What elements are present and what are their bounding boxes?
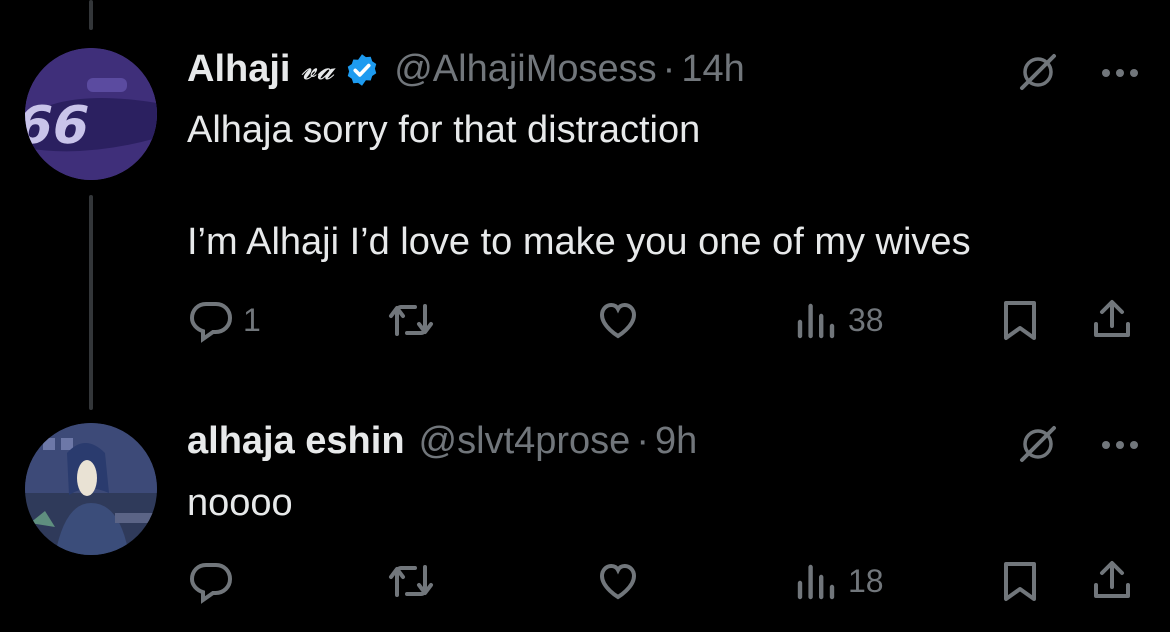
tweet-text: Alhaja sorry for that distraction I’m Al…: [187, 109, 971, 263]
bookmark-button[interactable]: [996, 557, 1044, 605]
views-icon: [797, 303, 835, 339]
repost-button[interactable]: [385, 296, 445, 344]
grok-icon[interactable]: [1016, 50, 1060, 99]
bookmark-button[interactable]: [996, 296, 1044, 344]
repost-icon: [389, 565, 433, 597]
views-icon: [797, 564, 835, 600]
display-name[interactable]: alhaja eshin: [187, 420, 405, 463]
grok-icon[interactable]: [1016, 422, 1060, 471]
share-icon: [1094, 300, 1130, 337]
like-button[interactable]: [593, 296, 651, 344]
timestamp[interactable]: 14h: [681, 48, 744, 91]
like-button[interactable]: [593, 557, 651, 605]
views-button[interactable]: 38: [792, 296, 884, 344]
avatar[interactable]: 66: [25, 48, 157, 180]
share-button[interactable]: [1088, 296, 1136, 344]
separator: ·: [662, 48, 676, 90]
reply-button[interactable]: [187, 557, 243, 605]
action-bar: 18: [0, 557, 1170, 607]
reply-count: 1: [243, 301, 261, 338]
share-button[interactable]: [1088, 557, 1136, 605]
tweet-text: noooo: [187, 482, 293, 524]
reply-button[interactable]: 1: [187, 296, 261, 344]
tweet-2[interactable]: alhaja eshin @slvt4prose · 9h noooo 18: [0, 395, 1170, 632]
like-icon: [599, 302, 637, 339]
repost-button[interactable]: [385, 557, 445, 605]
views-count: 18: [848, 562, 884, 599]
views-count: 38: [848, 301, 884, 338]
handle[interactable]: @AlhajiMosess: [394, 48, 656, 91]
share-icon: [1094, 561, 1130, 598]
tweet-1[interactable]: 66 Alhaji 𝓿𝓪 @AlhajiMosess · 14h Alhaja …: [0, 0, 1170, 395]
timestamp[interactable]: 9h: [655, 420, 697, 463]
bookmark-icon: [1004, 562, 1036, 601]
avatar[interactable]: [25, 423, 157, 555]
tweet-header: alhaja eshin @slvt4prose · 9h: [187, 420, 697, 463]
repost-icon: [389, 304, 433, 336]
more-icon[interactable]: [1100, 66, 1140, 84]
display-name[interactable]: Alhaji: [187, 48, 290, 91]
views-button[interactable]: 18: [792, 557, 884, 605]
action-bar: 1 38: [0, 296, 1170, 346]
tweet-top-icons: [1016, 422, 1140, 471]
bookmark-icon: [1004, 301, 1036, 340]
like-icon: [599, 563, 637, 600]
tweet-top-icons: [1016, 50, 1140, 99]
handle[interactable]: @slvt4prose: [419, 420, 631, 463]
signature-emblem: 𝓿𝓪: [300, 52, 335, 87]
verified-badge-icon: [344, 52, 380, 88]
tweet-header: Alhaji 𝓿𝓪 @AlhajiMosess · 14h: [187, 48, 745, 91]
reply-icon: [189, 302, 233, 343]
separator: ·: [636, 420, 649, 462]
more-icon[interactable]: [1100, 438, 1140, 456]
reply-icon: [189, 563, 233, 604]
